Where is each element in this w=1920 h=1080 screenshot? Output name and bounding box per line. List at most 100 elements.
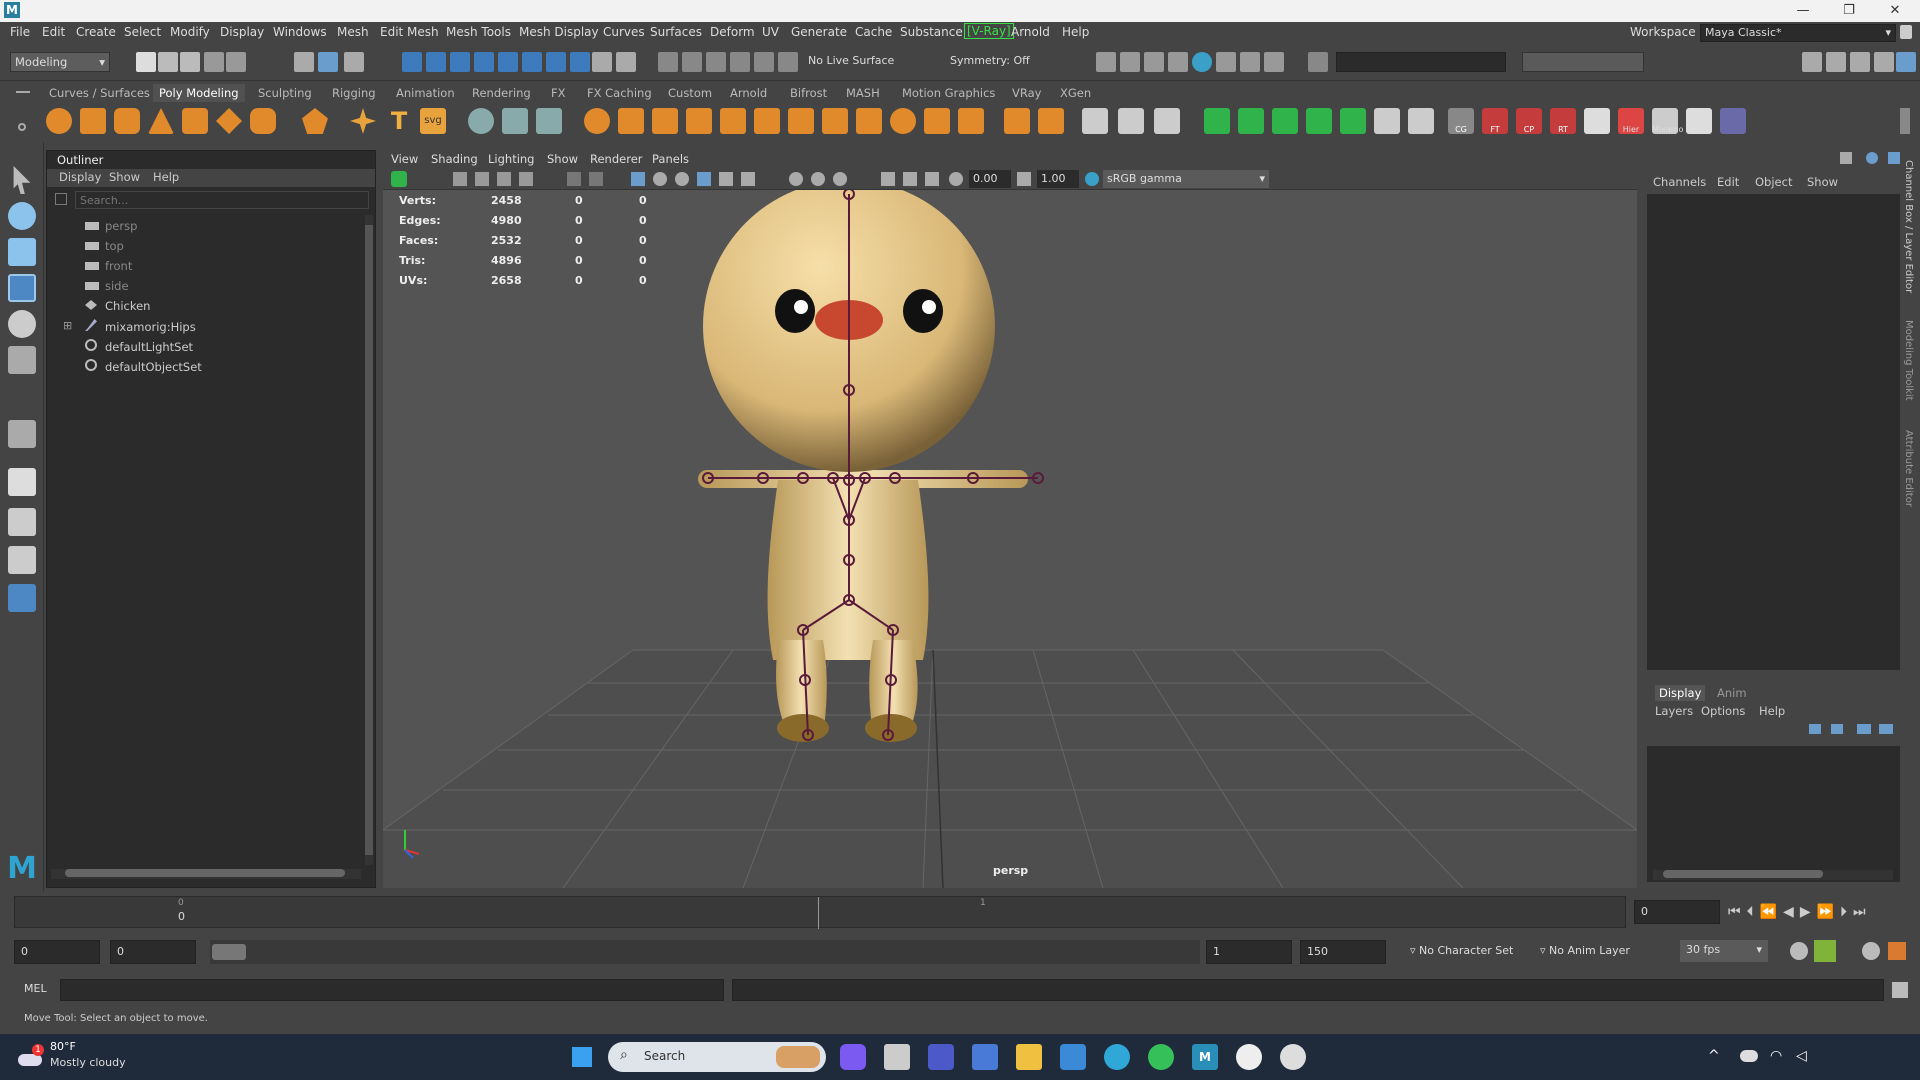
tab-bifrost[interactable]: Bifrost: [790, 86, 827, 100]
shadows-icon[interactable]: [741, 172, 755, 186]
target-weld-icon[interactable]: [1038, 108, 1064, 134]
live-surface-label[interactable]: No Live Surface: [808, 54, 894, 67]
shelf-scroll-arrows-icon[interactable]: [1900, 108, 1910, 134]
viewport-menu-shading[interactable]: Shading: [431, 152, 478, 166]
multi-cut-icon[interactable]: [1004, 108, 1030, 134]
lock-selection-icon[interactable]: [592, 52, 612, 72]
menu-vray[interactable]: [V-Ray]: [964, 23, 1014, 39]
bevel-icon[interactable]: [856, 108, 882, 134]
grid-toggle-icon[interactable]: [519, 172, 533, 186]
modeling-toolkit-icon[interactable]: [1826, 52, 1846, 72]
panel-splitter[interactable]: [1647, 674, 1900, 682]
ipr-render-icon[interactable]: [1120, 52, 1140, 72]
color-management-icon[interactable]: [1085, 172, 1099, 186]
outliner-search-input[interactable]: [75, 191, 369, 209]
playhead[interactable]: [818, 897, 819, 929]
lights-icon[interactable]: [719, 172, 733, 186]
quad-draw-icon[interactable]: [502, 108, 528, 134]
shelf-cg-button[interactable]: CG: [1448, 108, 1474, 134]
viewport-menu-renderer[interactable]: Renderer: [590, 152, 643, 166]
tab-custom[interactable]: Custom: [668, 86, 712, 100]
paint-select-icon[interactable]: [8, 238, 36, 266]
animation-start-field[interactable]: 0: [14, 940, 100, 964]
offset-loop-icon[interactable]: [1118, 108, 1144, 134]
xray-joints-icon[interactable]: [903, 172, 917, 186]
highlight-selection-icon[interactable]: [616, 52, 636, 72]
menu-modify[interactable]: Modify: [170, 25, 210, 39]
current-frame-field[interactable]: 0: [1634, 900, 1720, 924]
step-forward-key-icon[interactable]: ⏵: [1840, 904, 1847, 920]
viewport-menu-lighting[interactable]: Lighting: [488, 152, 534, 166]
single-perspective-layout-icon[interactable]: [8, 468, 36, 496]
sidebar-toggle-icon[interactable]: [1308, 52, 1328, 72]
edge-loop-icon[interactable]: [1082, 108, 1108, 134]
construction-history-icon[interactable]: [706, 52, 726, 72]
smooth-icon[interactable]: [686, 108, 712, 134]
vray-render-icon[interactable]: [1240, 52, 1260, 72]
viewport-menu-panels[interactable]: Panels: [652, 152, 689, 166]
insert-loop-icon[interactable]: [1154, 108, 1180, 134]
menu-arnold[interactable]: Arnold: [1011, 25, 1050, 39]
sculpt-tool-icon[interactable]: [468, 108, 494, 134]
motion-blur-icon[interactable]: [811, 172, 825, 186]
side-tab-channel-box[interactable]: Channel Box / Layer Editor: [1903, 160, 1914, 293]
attribute-editor-icon[interactable]: [1850, 52, 1870, 72]
menu-select[interactable]: Select: [124, 25, 161, 39]
exposure-field[interactable]: 0.00: [969, 170, 1011, 188]
outliner-item-chicken[interactable]: Chicken: [85, 299, 150, 313]
shelf-menu-icon[interactable]: [16, 91, 30, 93]
expand-icon[interactable]: ⊞: [63, 319, 72, 332]
outliner-horizontal-scrollbar[interactable]: [51, 869, 361, 879]
sign-in-icon[interactable]: [1802, 52, 1822, 72]
workspace-dropdown[interactable]: Maya Classic* ▾: [1700, 24, 1896, 42]
magnet-icon[interactable]: [754, 52, 774, 72]
redo-icon[interactable]: [226, 52, 246, 72]
play-forward-icon[interactable]: ▶: [1800, 904, 1811, 920]
anim-prefs-icon[interactable]: [1862, 942, 1880, 960]
layer-menu-options[interactable]: Options: [1701, 704, 1745, 718]
side-tab-modeling-toolkit[interactable]: Modeling Toolkit: [1903, 320, 1914, 401]
menu-surfaces[interactable]: Surfaces: [650, 25, 702, 39]
select-object-icon[interactable]: [318, 52, 338, 72]
play-backward-icon[interactable]: ◀: [1783, 904, 1794, 920]
outliner-item-hips[interactable]: mixamorig:Hips: [85, 319, 196, 334]
tab-fx[interactable]: FX: [551, 86, 566, 100]
snap-center-icon[interactable]: [546, 52, 566, 72]
channel-menu-edit[interactable]: Edit: [1717, 175, 1739, 189]
scene-canvas[interactable]: [383, 190, 1637, 888]
outliner-item-default-light-set[interactable]: defaultLightSet: [85, 339, 193, 354]
render-settings-icon[interactable]: [1144, 52, 1164, 72]
viewport-menu-view[interactable]: View: [391, 152, 418, 166]
soft-select-icon[interactable]: [778, 52, 798, 72]
snap-view-plane-icon[interactable]: [498, 52, 518, 72]
select-hierarchy-icon[interactable]: [294, 52, 314, 72]
svg-tool-icon[interactable]: svg: [420, 108, 446, 134]
snap-projected-icon[interactable]: [474, 52, 494, 72]
loop-icon[interactable]: [1790, 942, 1808, 960]
step-forward-frame-icon[interactable]: ⏩: [1817, 904, 1834, 920]
channel-menu-show[interactable]: Show: [1807, 175, 1838, 189]
gamma-field[interactable]: 1.00: [1037, 170, 1079, 188]
menu-substance[interactable]: Substance: [900, 25, 963, 39]
menu-curves[interactable]: Curves: [603, 25, 645, 39]
menu-display[interactable]: Display: [220, 25, 264, 39]
outliner-menu-show[interactable]: Show: [109, 170, 140, 184]
merge-icon[interactable]: [958, 108, 984, 134]
open-scene-icon[interactable]: [158, 52, 178, 72]
scale-tool-icon[interactable]: [8, 346, 36, 374]
render-view-icon[interactable]: [1216, 52, 1236, 72]
combine-icon[interactable]: [584, 108, 610, 134]
tab-rendering[interactable]: Rendering: [472, 86, 531, 100]
shelf-script-icon[interactable]: [1720, 108, 1746, 134]
tab-rigging[interactable]: Rigging: [332, 86, 376, 100]
poly-torus-icon[interactable]: [182, 108, 208, 134]
windows-start-icon[interactable]: [572, 1047, 592, 1067]
extract-icon[interactable]: [652, 108, 678, 134]
snap-grid-icon[interactable]: [402, 52, 422, 72]
lasso-tool-icon[interactable]: [8, 202, 36, 230]
four-view-layout-icon[interactable]: [8, 508, 36, 536]
arnold-render-icon[interactable]: [1192, 52, 1212, 72]
weather-desc[interactable]: Mostly cloudy: [50, 1056, 126, 1069]
type-tool-icon[interactable]: T: [386, 108, 412, 134]
ambient-occlusion-icon[interactable]: [789, 172, 803, 186]
